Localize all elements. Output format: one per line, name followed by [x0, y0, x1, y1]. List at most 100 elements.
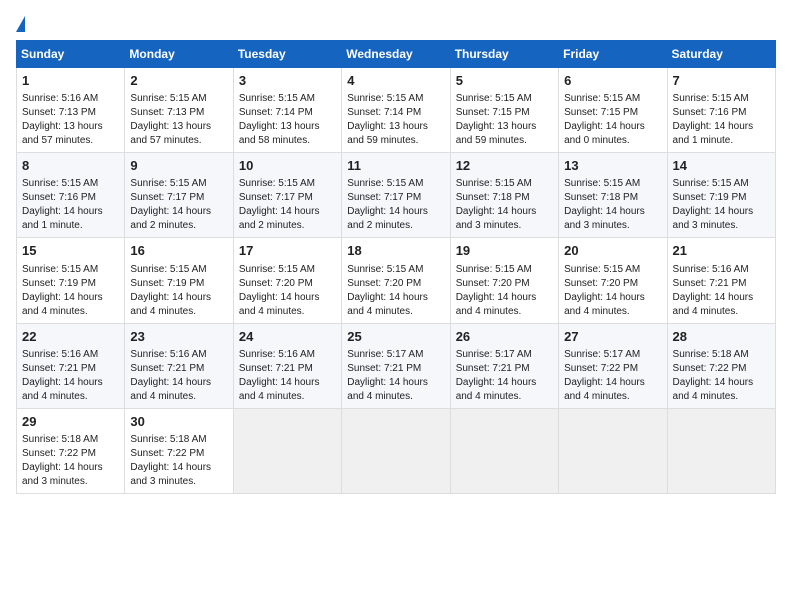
- sunrise-label: Sunrise: 5:15 AM: [673, 93, 749, 104]
- daylight-label: Daylight: 14 hours and 3 minutes.: [130, 462, 211, 487]
- sunrise-label: Sunrise: 5:15 AM: [347, 264, 423, 275]
- day-number: 25: [347, 328, 444, 346]
- sunset-label: Sunset: 7:17 PM: [347, 192, 421, 203]
- sunrise-label: Sunrise: 5:15 AM: [239, 93, 315, 104]
- day-number: 13: [564, 157, 661, 175]
- sunset-label: Sunset: 7:21 PM: [239, 363, 313, 374]
- calendar-day-header: Friday: [559, 41, 667, 68]
- sunrise-label: Sunrise: 5:16 AM: [130, 349, 206, 360]
- daylight-label: Daylight: 14 hours and 2 minutes.: [239, 206, 320, 231]
- sunrise-label: Sunrise: 5:15 AM: [239, 178, 315, 189]
- calendar-day-cell: 18 Sunrise: 5:15 AM Sunset: 7:20 PM Dayl…: [342, 238, 450, 323]
- calendar-day-cell: 23 Sunrise: 5:16 AM Sunset: 7:21 PM Dayl…: [125, 323, 233, 408]
- calendar-day-header: Saturday: [667, 41, 775, 68]
- daylight-label: Daylight: 14 hours and 4 minutes.: [130, 292, 211, 317]
- daylight-label: Daylight: 14 hours and 1 minute.: [673, 121, 754, 146]
- calendar-week-row: 22 Sunrise: 5:16 AM Sunset: 7:21 PM Dayl…: [17, 323, 776, 408]
- calendar-week-row: 1 Sunrise: 5:16 AM Sunset: 7:13 PM Dayli…: [17, 68, 776, 153]
- sunrise-label: Sunrise: 5:16 AM: [22, 93, 98, 104]
- daylight-label: Daylight: 14 hours and 4 minutes.: [347, 292, 428, 317]
- calendar-day-header: Tuesday: [233, 41, 341, 68]
- calendar-day-header: Thursday: [450, 41, 558, 68]
- daylight-label: Daylight: 14 hours and 3 minutes.: [564, 206, 645, 231]
- daylight-label: Daylight: 14 hours and 3 minutes.: [673, 206, 754, 231]
- sunrise-label: Sunrise: 5:15 AM: [22, 178, 98, 189]
- calendar-header-row: SundayMondayTuesdayWednesdayThursdayFrid…: [17, 41, 776, 68]
- sunset-label: Sunset: 7:14 PM: [239, 107, 313, 118]
- calendar-day-cell: 3 Sunrise: 5:15 AM Sunset: 7:14 PM Dayli…: [233, 68, 341, 153]
- calendar-day-cell: 25 Sunrise: 5:17 AM Sunset: 7:21 PM Dayl…: [342, 323, 450, 408]
- day-number: 23: [130, 328, 227, 346]
- day-number: 16: [130, 242, 227, 260]
- sunrise-label: Sunrise: 5:16 AM: [22, 349, 98, 360]
- day-number: 22: [22, 328, 119, 346]
- day-number: 9: [130, 157, 227, 175]
- calendar-day-cell: 29 Sunrise: 5:18 AM Sunset: 7:22 PM Dayl…: [17, 408, 125, 493]
- calendar-day-cell: 17 Sunrise: 5:15 AM Sunset: 7:20 PM Dayl…: [233, 238, 341, 323]
- sunrise-label: Sunrise: 5:15 AM: [347, 178, 423, 189]
- daylight-label: Daylight: 14 hours and 4 minutes.: [347, 377, 428, 402]
- day-number: 28: [673, 328, 770, 346]
- day-number: 6: [564, 72, 661, 90]
- day-number: 7: [673, 72, 770, 90]
- sunset-label: Sunset: 7:15 PM: [564, 107, 638, 118]
- day-number: 30: [130, 413, 227, 431]
- sunset-label: Sunset: 7:20 PM: [347, 278, 421, 289]
- calendar-day-cell: 24 Sunrise: 5:16 AM Sunset: 7:21 PM Dayl…: [233, 323, 341, 408]
- calendar-day-header: Wednesday: [342, 41, 450, 68]
- calendar-day-cell: 4 Sunrise: 5:15 AM Sunset: 7:14 PM Dayli…: [342, 68, 450, 153]
- sunset-label: Sunset: 7:21 PM: [673, 278, 747, 289]
- sunrise-label: Sunrise: 5:15 AM: [347, 93, 423, 104]
- daylight-label: Daylight: 13 hours and 57 minutes.: [130, 121, 211, 146]
- day-number: 1: [22, 72, 119, 90]
- day-number: 26: [456, 328, 553, 346]
- sunrise-label: Sunrise: 5:15 AM: [564, 93, 640, 104]
- page-header: [16, 16, 776, 30]
- day-number: 27: [564, 328, 661, 346]
- sunset-label: Sunset: 7:13 PM: [130, 107, 204, 118]
- sunrise-label: Sunrise: 5:18 AM: [22, 434, 98, 445]
- sunset-label: Sunset: 7:20 PM: [239, 278, 313, 289]
- day-number: 11: [347, 157, 444, 175]
- sunset-label: Sunset: 7:22 PM: [130, 448, 204, 459]
- logo: [16, 16, 25, 30]
- daylight-label: Daylight: 14 hours and 4 minutes.: [564, 377, 645, 402]
- calendar-day-cell: 7 Sunrise: 5:15 AM Sunset: 7:16 PM Dayli…: [667, 68, 775, 153]
- calendar-day-cell: 21 Sunrise: 5:16 AM Sunset: 7:21 PM Dayl…: [667, 238, 775, 323]
- daylight-label: Daylight: 13 hours and 59 minutes.: [456, 121, 537, 146]
- sunset-label: Sunset: 7:22 PM: [673, 363, 747, 374]
- calendar-day-cell: 15 Sunrise: 5:15 AM Sunset: 7:19 PM Dayl…: [17, 238, 125, 323]
- calendar-day-cell: 28 Sunrise: 5:18 AM Sunset: 7:22 PM Dayl…: [667, 323, 775, 408]
- sunrise-label: Sunrise: 5:17 AM: [456, 349, 532, 360]
- sunrise-label: Sunrise: 5:15 AM: [130, 178, 206, 189]
- calendar-week-row: 29 Sunrise: 5:18 AM Sunset: 7:22 PM Dayl…: [17, 408, 776, 493]
- daylight-label: Daylight: 14 hours and 4 minutes.: [239, 377, 320, 402]
- sunset-label: Sunset: 7:13 PM: [22, 107, 96, 118]
- sunset-label: Sunset: 7:21 PM: [22, 363, 96, 374]
- daylight-label: Daylight: 13 hours and 59 minutes.: [347, 121, 428, 146]
- sunrise-label: Sunrise: 5:15 AM: [673, 178, 749, 189]
- day-number: 14: [673, 157, 770, 175]
- daylight-label: Daylight: 14 hours and 4 minutes.: [22, 377, 103, 402]
- daylight-label: Daylight: 14 hours and 0 minutes.: [564, 121, 645, 146]
- calendar-day-cell: [559, 408, 667, 493]
- calendar-day-cell: [667, 408, 775, 493]
- sunset-label: Sunset: 7:20 PM: [456, 278, 530, 289]
- calendar-day-cell: 5 Sunrise: 5:15 AM Sunset: 7:15 PM Dayli…: [450, 68, 558, 153]
- sunset-label: Sunset: 7:20 PM: [564, 278, 638, 289]
- calendar-week-row: 15 Sunrise: 5:15 AM Sunset: 7:19 PM Dayl…: [17, 238, 776, 323]
- daylight-label: Daylight: 13 hours and 57 minutes.: [22, 121, 103, 146]
- sunrise-label: Sunrise: 5:15 AM: [130, 93, 206, 104]
- sunset-label: Sunset: 7:19 PM: [22, 278, 96, 289]
- day-number: 3: [239, 72, 336, 90]
- sunset-label: Sunset: 7:19 PM: [673, 192, 747, 203]
- day-number: 10: [239, 157, 336, 175]
- calendar-day-cell: 30 Sunrise: 5:18 AM Sunset: 7:22 PM Dayl…: [125, 408, 233, 493]
- calendar-day-cell: 8 Sunrise: 5:15 AM Sunset: 7:16 PM Dayli…: [17, 153, 125, 238]
- sunset-label: Sunset: 7:15 PM: [456, 107, 530, 118]
- calendar-day-cell: 12 Sunrise: 5:15 AM Sunset: 7:18 PM Dayl…: [450, 153, 558, 238]
- sunrise-label: Sunrise: 5:15 AM: [456, 93, 532, 104]
- sunrise-label: Sunrise: 5:16 AM: [673, 264, 749, 275]
- sunset-label: Sunset: 7:16 PM: [673, 107, 747, 118]
- calendar-day-cell: 13 Sunrise: 5:15 AM Sunset: 7:18 PM Dayl…: [559, 153, 667, 238]
